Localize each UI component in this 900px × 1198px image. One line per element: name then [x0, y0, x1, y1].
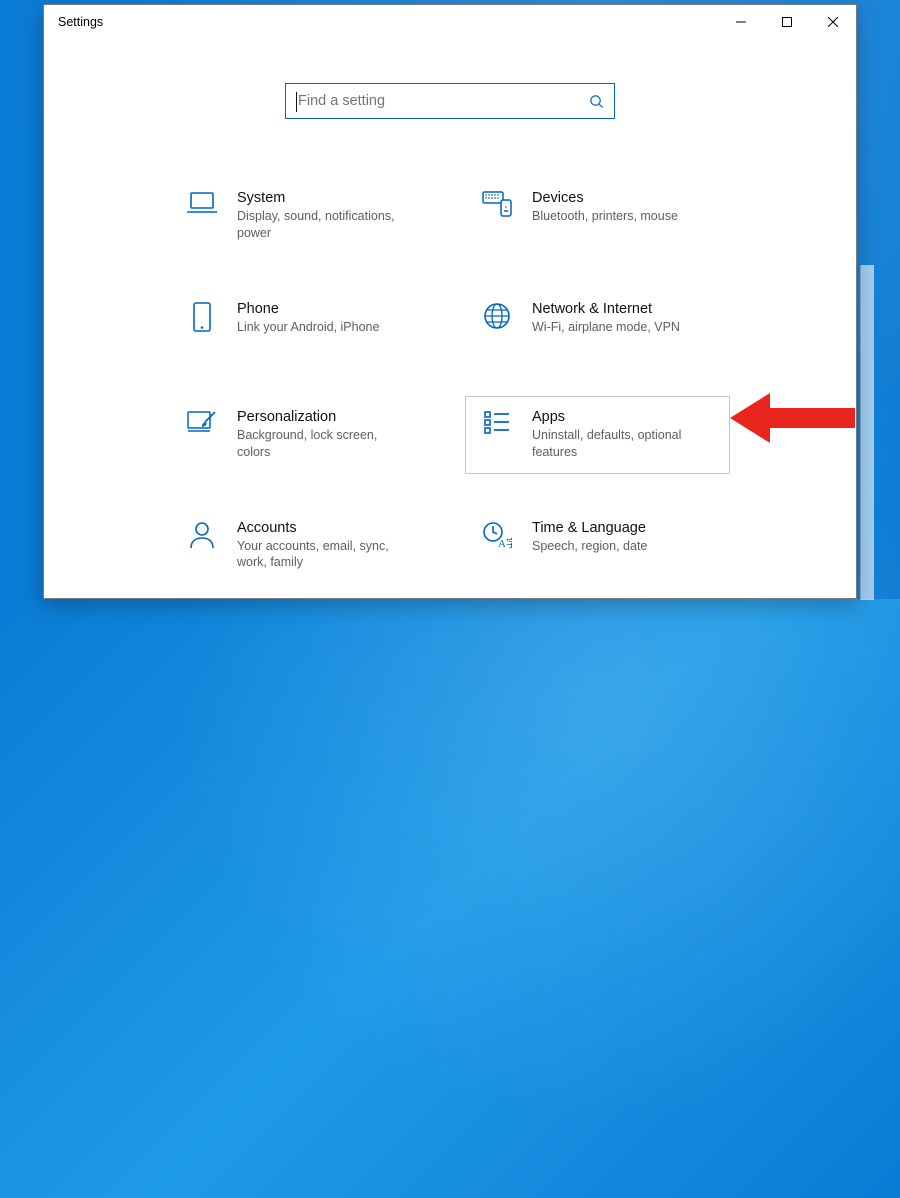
window-content: System Display, sound, notifications, po…: [44, 39, 856, 598]
close-button[interactable]: [810, 5, 856, 39]
paintbrush-icon: [185, 410, 219, 436]
devices-icon: [480, 191, 514, 217]
category-personalization[interactable]: Personalization Background, lock screen,…: [170, 396, 435, 474]
category-title: Accounts: [237, 520, 407, 536]
category-subtitle: Wi-Fi, airplane mode, VPN: [532, 319, 680, 336]
category-devices[interactable]: Devices Bluetooth, printers, mouse: [465, 177, 730, 255]
category-title: Network & Internet: [532, 301, 680, 317]
category-subtitle: Your accounts, email, sync, work, family: [237, 538, 407, 572]
maximize-button[interactable]: [764, 5, 810, 39]
window-title: Settings: [58, 15, 718, 29]
minimize-button[interactable]: [718, 5, 764, 39]
laptop-icon: [185, 191, 219, 215]
category-subtitle: Link your Android, iPhone: [237, 319, 379, 336]
category-subtitle: Display, sound, notifications, power: [237, 208, 407, 242]
external-scrollbar: [860, 265, 874, 600]
titlebar: Settings: [44, 5, 856, 39]
settings-window: Settings System Display: [43, 4, 857, 599]
category-title: Phone: [237, 301, 379, 317]
category-accounts[interactable]: Accounts Your accounts, email, sync, wor…: [170, 507, 435, 585]
search-input[interactable]: [296, 92, 589, 110]
category-subtitle: Uninstall, defaults, optional features: [532, 427, 702, 461]
categories-grid: System Display, sound, notifications, po…: [170, 177, 730, 584]
category-title: Devices: [532, 190, 678, 206]
category-title: System: [237, 190, 407, 206]
category-time-language[interactable]: A字 Time & Language Speech, region, date: [465, 507, 730, 585]
category-system[interactable]: System Display, sound, notifications, po…: [170, 177, 435, 255]
category-subtitle: Bluetooth, printers, mouse: [532, 208, 678, 225]
globe-icon: [480, 302, 514, 330]
category-title: Personalization: [237, 409, 407, 425]
search-icon: [589, 94, 604, 109]
svg-text:A字: A字: [498, 536, 512, 549]
category-apps[interactable]: Apps Uninstall, defaults, optional featu…: [465, 396, 730, 474]
category-network[interactable]: Network & Internet Wi-Fi, airplane mode,…: [465, 288, 730, 363]
category-title: Time & Language: [532, 520, 647, 536]
category-title: Apps: [532, 409, 702, 425]
category-subtitle: Speech, region, date: [532, 538, 647, 555]
time-language-icon: A字: [480, 521, 514, 549]
phone-icon: [185, 302, 219, 332]
apps-list-icon: [480, 410, 514, 436]
person-icon: [185, 521, 219, 549]
category-phone[interactable]: Phone Link your Android, iPhone: [170, 288, 435, 363]
category-subtitle: Background, lock screen, colors: [237, 427, 407, 461]
search-box[interactable]: [285, 83, 615, 119]
